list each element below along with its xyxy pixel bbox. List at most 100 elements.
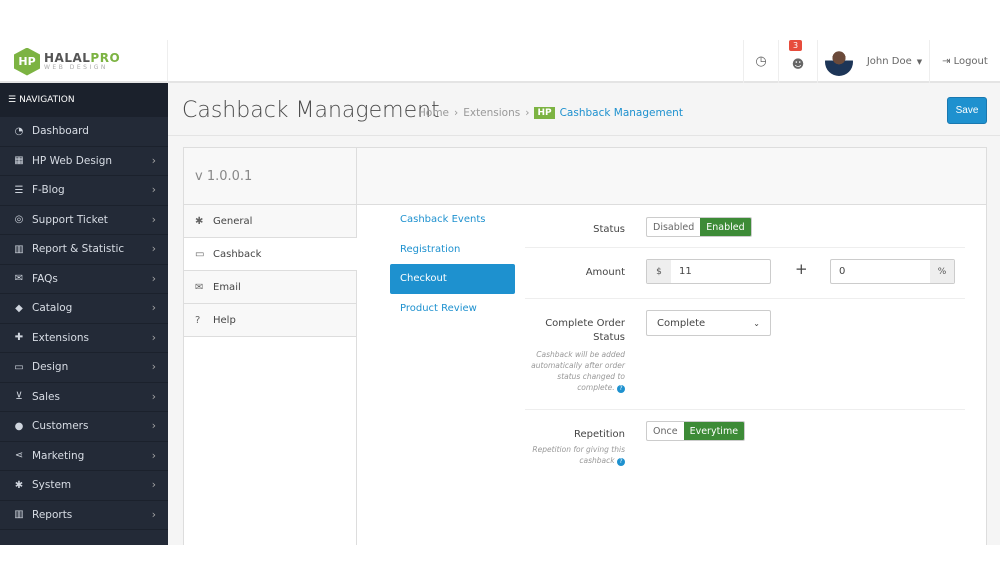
logout-button[interactable]: ⇥ Logout: [929, 40, 1000, 83]
chevron-right-icon: ›: [151, 213, 156, 226]
repetition-once[interactable]: Once: [647, 422, 684, 440]
chevron-right-icon: ›: [151, 272, 156, 285]
tab-label: Email: [213, 281, 241, 293]
subnav-product-review[interactable]: Product Review: [390, 294, 515, 324]
subnav-checkout[interactable]: Checkout: [390, 264, 515, 294]
logout-icon: ⇥: [942, 56, 951, 67]
version-label: v 1.0.0.1: [184, 148, 356, 205]
settings-panel: v 1.0.0.1 ✱ General ▭ Cashback ✉ Email ? Hel…: [183, 147, 987, 545]
sidebar-item-dashboard[interactable]: ◔ Dashboard: [0, 117, 168, 147]
question-icon: ?: [195, 314, 201, 326]
status-label: Status: [593, 224, 625, 235]
sidebar-item-label: Customers: [32, 420, 89, 433]
help-icon[interactable]: ?: [617, 385, 625, 393]
sidebar-item-customers[interactable]: ● Customers ›: [0, 412, 168, 442]
status-enabled[interactable]: Enabled: [700, 218, 751, 236]
sidebar-item-faqs[interactable]: ✉ FAQs ›: [0, 265, 168, 294]
chevron-right-icon: ›: [151, 302, 156, 315]
tab-label: General: [213, 215, 253, 227]
logout-label: Logout: [953, 56, 988, 67]
user-icon: ●: [14, 420, 24, 432]
breadcrumb-current[interactable]: Cashback Management: [560, 107, 683, 119]
sidebar-item-extensions[interactable]: ✚ Extensions ›: [0, 324, 168, 353]
breadcrumb-extensions[interactable]: Extensions: [463, 107, 520, 119]
menu-icon[interactable]: ☰: [8, 95, 16, 105]
dollar-addon: $: [647, 260, 671, 283]
tab-help[interactable]: ? Help: [184, 304, 356, 337]
history-button[interactable]: ◷: [743, 40, 778, 83]
notification-badge: 3: [789, 40, 803, 51]
hp-badge: HP: [534, 107, 555, 119]
sidebar-item-reports[interactable]: ▥ Reports ›: [0, 501, 168, 530]
sidebar-item-hp-web-design[interactable]: ▦ HP Web Design ›: [0, 147, 168, 176]
sidebar-item-label: Design: [32, 361, 69, 374]
percent-value[interactable]: 0: [831, 260, 930, 283]
percent-addon: %: [930, 260, 954, 283]
subnav-registration[interactable]: Registration: [390, 235, 515, 265]
top-header: HP HALALPRO WEB DESIGN ◷ 3 ☻ John Doe ▼ ⇥ Lo…: [0, 40, 1000, 83]
sidebar-item-label: FAQs: [32, 272, 58, 285]
tab-email[interactable]: ✉ Email: [184, 271, 356, 304]
sidebar-item-report-statistic[interactable]: ▥ Report & Statistic ›: [0, 235, 168, 265]
sidebar-item-system[interactable]: ✱ System ›: [0, 471, 168, 501]
chevron-right-icon: ›: [151, 390, 156, 403]
repetition-everytime[interactable]: Everytime: [683, 422, 745, 440]
sidebar-item-label: Reports: [32, 508, 73, 521]
fixed-amount-value[interactable]: 11: [671, 260, 770, 283]
order-status-select[interactable]: Complete ⌄: [646, 310, 771, 336]
user-menu[interactable]: John Doe ▼: [817, 40, 929, 83]
tags-icon: ◆: [15, 302, 23, 314]
subnav-cashback-events[interactable]: Cashback Events: [390, 205, 515, 235]
sidebar-item-marketing[interactable]: ⋖ Marketing ›: [0, 442, 168, 471]
order-status-value: Complete: [657, 317, 706, 329]
sidebar-item-label: HP Web Design: [32, 154, 113, 167]
event-subnav: Cashback Events Registration Checkout Pr…: [390, 205, 515, 323]
repetition-help: Repetition for giving this cashback: [532, 445, 625, 465]
bar-chart-icon: ▥: [14, 243, 24, 255]
logo-mark: HP: [14, 47, 40, 76]
sidebar-item-design[interactable]: ▭ Design ›: [0, 353, 168, 383]
logo-tagline: WEB DESIGN: [44, 64, 108, 71]
sidebar-item-support-ticket[interactable]: ◎ Support Ticket ›: [0, 206, 168, 235]
repetition-label: Repetition: [573, 429, 625, 440]
tab-general[interactable]: ✱ General: [184, 205, 356, 238]
breadcrumb-home[interactable]: Home: [418, 107, 449, 119]
app: HP HALALPRO WEB DESIGN ◷ 3 ☻ John Doe ▼ ⇥ Lo…: [0, 40, 1000, 545]
fixed-amount-input[interactable]: $11: [646, 259, 771, 284]
logo[interactable]: HP HALALPRO WEB DESIGN: [0, 40, 168, 83]
logo-brand-accent: PRO: [90, 51, 121, 65]
support-button[interactable]: 3 ☻: [778, 40, 817, 83]
sidebar-item-label: Sales: [32, 390, 60, 403]
logo-brand: HALAL: [44, 51, 91, 65]
percent-amount-input[interactable]: 0%: [830, 259, 955, 284]
repetition-label-group: Repetition Repetition for giving this cas…: [525, 429, 625, 466]
page-title: Cashback Management: [182, 98, 440, 123]
chevron-right-icon: ›: [151, 154, 156, 167]
cog-icon: ✱: [195, 215, 204, 227]
status-disabled[interactable]: Disabled: [647, 218, 700, 236]
sidebar-item-catalog[interactable]: ◆ Catalog ›: [0, 294, 168, 324]
sidebar: ☰ NAVIGATION ◔ Dashboard ▦ HP Web Design › ☰ F-…: [0, 83, 168, 545]
order-status-label-group: Complete Order Status Cashback will be ad…: [525, 317, 625, 393]
help-icon[interactable]: ?: [617, 458, 625, 466]
user-name: John Doe: [866, 56, 912, 67]
save-button[interactable]: Save: [947, 97, 987, 124]
repetition-toggle[interactable]: Once Everytime: [646, 421, 746, 441]
sidebar-item-sales[interactable]: ⊻ Sales ›: [0, 383, 168, 412]
chevron-right-icon: ›: [151, 331, 156, 344]
status-toggle[interactable]: Disabled Enabled: [646, 217, 752, 237]
sidebar-item-label: Marketing: [32, 449, 85, 462]
chevron-right-icon: ›: [151, 449, 156, 462]
envelope-icon: ✉: [195, 281, 204, 293]
cashback-form: Status Disabled Enabled Amount $11 + 0% C…: [525, 205, 965, 480]
nav-title: NAVIGATION: [19, 95, 75, 105]
list-icon: ☰: [14, 184, 24, 196]
sidebar-item-f-blog[interactable]: ☰ F-Blog ›: [0, 176, 168, 206]
share-icon: ⋖: [14, 450, 24, 462]
tab-cashback[interactable]: ▭ Cashback: [184, 238, 357, 271]
chevron-right-icon: ›: [151, 361, 156, 374]
nav-header: ☰ NAVIGATION: [0, 83, 168, 117]
sidebar-item-label: Support Ticket: [32, 213, 108, 226]
amount-label: Amount: [585, 267, 625, 278]
comments-icon: ✉: [14, 273, 24, 285]
